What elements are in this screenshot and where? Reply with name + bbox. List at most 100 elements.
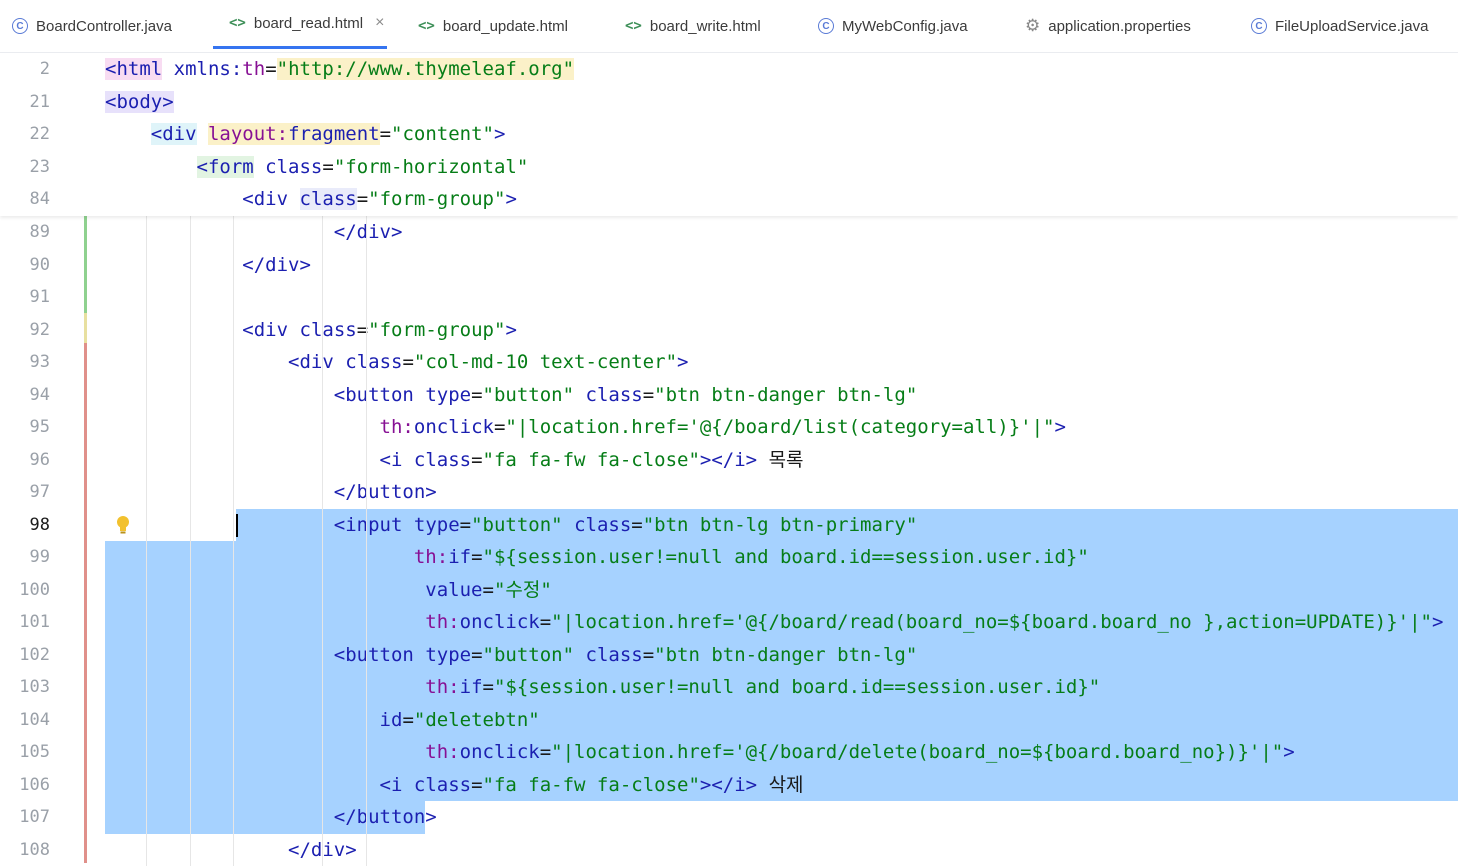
line-number: 107 (0, 801, 50, 834)
line-number: 100 (0, 574, 50, 607)
lightbulb-icon[interactable] (116, 515, 130, 535)
tab-application-properties[interactable]: ⚙ application.properties (1025, 0, 1191, 52)
code-text: <button type="button" class="btn btn-dan… (105, 639, 917, 672)
code-text: </div> (105, 216, 402, 249)
code-text: <div class="col-md-10 text-center"> (105, 346, 688, 379)
code-text: th:onclick="|location.href='@{/board/rea… (105, 606, 1443, 639)
code-text: th:onclick="|location.href='@{/board/del… (105, 736, 1295, 769)
line-number: 106 (0, 769, 50, 802)
code-line[interactable]: 93 <div class="col-md-10 text-center"> (0, 346, 1458, 379)
html-icon: <> (418, 18, 435, 34)
line-number: 96 (0, 444, 50, 477)
code-line[interactable]: 89 </div> (0, 216, 1458, 249)
code-line[interactable]: 94 <button type="button" class="btn btn-… (0, 379, 1458, 412)
code-line[interactable]: 101 th:onclick="|location.href='@{/board… (0, 606, 1458, 639)
tab-label: board_update.html (443, 18, 568, 35)
tab-label: board_read.html (254, 15, 363, 32)
code-text: <body> (105, 86, 174, 119)
tab-board-update-html[interactable]: <> board_update.html (418, 0, 568, 52)
code-text: <i class="fa fa-fw fa-close"></i> 목록 (105, 444, 804, 477)
class-icon: C (1251, 18, 1267, 34)
line-number: 102 (0, 639, 50, 672)
code-text: <div class="form-group"> (105, 314, 517, 347)
code-line[interactable]: 96 <i class="fa fa-fw fa-close"></i> 목록 (0, 444, 1458, 477)
line-number: 84 (0, 183, 50, 216)
code-line[interactable]: 97 </button> (0, 476, 1458, 509)
sticky-line[interactable]: 21 <body> (0, 86, 1458, 119)
change-marker[interactable] (84, 313, 87, 343)
line-number: 93 (0, 346, 50, 379)
code-text: </button> (105, 476, 437, 509)
code-text: <html xmlns:th="http://www.thymeleaf.org… (105, 53, 574, 86)
sticky-line[interactable]: 23 <form class="form-horizontal" (0, 151, 1458, 184)
code-text: <i class="fa fa-fw fa-close"></i> 삭제 (105, 769, 804, 802)
code-text: th:if="${session.user!=null and board.id… (105, 671, 1100, 704)
code-text: value="수정" (105, 574, 552, 607)
indent-guide (366, 216, 367, 866)
class-icon: C (12, 18, 28, 34)
code-text: <form class="form-horizontal" (105, 151, 528, 184)
code-line[interactable]: 107 </button> (0, 801, 1458, 834)
line-number: 108 (0, 834, 50, 866)
code-text: <input type="button" class="btn btn-lg b… (105, 509, 917, 542)
code-line[interactable]: 100 value="수정" (0, 574, 1458, 607)
line-number: 94 (0, 379, 50, 412)
line-number: 90 (0, 249, 50, 282)
indent-guide (190, 216, 191, 866)
change-marker[interactable] (84, 216, 87, 313)
tab-board-read-html[interactable]: <> board_read.html × (213, 0, 387, 49)
sticky-scroll-header[interactable]: 2 <html xmlns:th="http://www.thymeleaf.or… (0, 53, 1458, 216)
sticky-line[interactable]: 2 <html xmlns:th="http://www.thymeleaf.or… (0, 53, 1458, 86)
code-line[interactable]: 104 id="deletebtn" (0, 704, 1458, 737)
gear-icon: ⚙ (1025, 16, 1040, 36)
indent-guide (233, 216, 234, 866)
code-line[interactable]: 99 th:if="${session.user!=null and board… (0, 541, 1458, 574)
tab-fileuploadservice-java[interactable]: C FileUploadService.java (1251, 0, 1428, 52)
sticky-line[interactable]: 84 <div class="form-group"> (0, 183, 1458, 216)
tab-label: application.properties (1048, 18, 1191, 35)
line-number: 104 (0, 704, 50, 737)
code-line[interactable]: 105 th:onclick="|location.href='@{/board… (0, 736, 1458, 769)
code-line[interactable]: 106 <i class="fa fa-fw fa-close"></i> 삭제 (0, 769, 1458, 802)
indent-guide (322, 216, 323, 866)
line-number: 101 (0, 606, 50, 639)
html-icon: <> (229, 15, 246, 31)
line-number: 21 (0, 86, 50, 119)
line-number: 91 (0, 281, 50, 314)
tab-label: MyWebConfig.java (842, 18, 968, 35)
tab-label: FileUploadService.java (1275, 18, 1428, 35)
tab-board-write-html[interactable]: <> board_write.html (625, 0, 761, 52)
code-line[interactable]: 95 th:onclick="|location.href='@{/board/… (0, 411, 1458, 444)
code-line[interactable]: 91 (0, 281, 1458, 314)
line-number: 22 (0, 118, 50, 151)
code-line[interactable]: 103 th:if="${session.user!=null and boar… (0, 671, 1458, 704)
sticky-line[interactable]: 22 <div layout:fragment="content"> (0, 118, 1458, 151)
html-icon: <> (625, 18, 642, 34)
change-marker[interactable] (84, 343, 87, 863)
line-number: 97 (0, 476, 50, 509)
line-number: 89 (0, 216, 50, 249)
line-number: 92 (0, 314, 50, 347)
line-number: 95 (0, 411, 50, 444)
line-number: 98 (0, 509, 50, 542)
tab-mywebconfig-java[interactable]: CMyWebConfig.java (818, 0, 968, 52)
tab-label: BoardController.java (36, 18, 172, 35)
code-line[interactable]: 92 <div class="form-group"> (0, 314, 1458, 347)
code-text: </div> (105, 834, 357, 866)
code-editor[interactable]: 89 </div>90 </div>9192 <div class="form-… (0, 53, 1458, 865)
tab-boardcontroller-java[interactable]: C BoardController.java (12, 0, 172, 52)
tab-label: board_write.html (650, 18, 761, 35)
line-number: 2 (0, 53, 50, 86)
code-line[interactable]: 90 </div> (0, 249, 1458, 282)
code-line[interactable]: 102 <button type="button" class="btn btn… (0, 639, 1458, 672)
code-line[interactable]: 98 <input type="button" class="btn btn-l… (0, 509, 1458, 542)
code-line[interactable]: 108 </div> (0, 834, 1458, 866)
code-text: th:onclick="|location.href='@{/board/lis… (105, 411, 1066, 444)
line-number: 103 (0, 671, 50, 704)
code-text: </div> (105, 249, 311, 282)
code-text: <div class="form-group"> (105, 183, 517, 216)
line-number: 23 (0, 151, 50, 184)
close-icon[interactable]: × (375, 14, 384, 32)
code-text: th:if="${session.user!=null and board.id… (105, 541, 1089, 574)
line-number: 105 (0, 736, 50, 769)
